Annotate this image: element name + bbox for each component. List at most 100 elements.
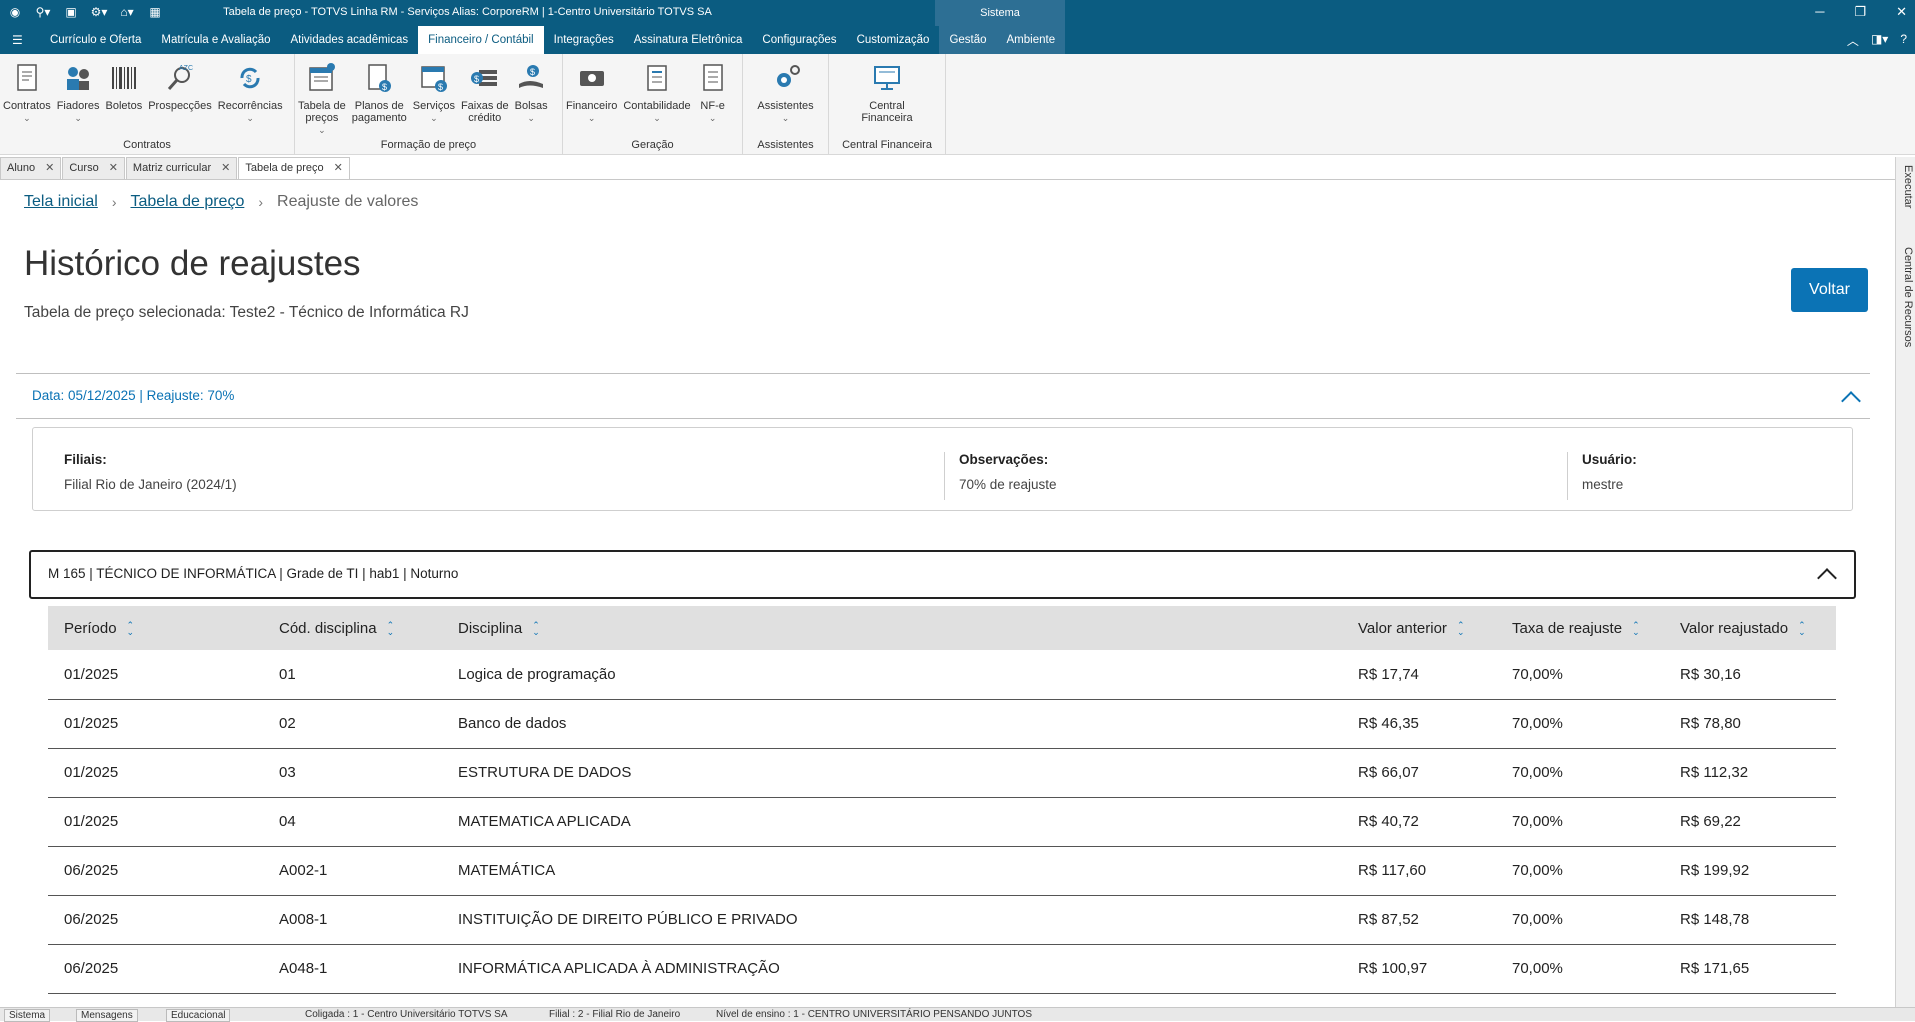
ribbon-button[interactable]: $ Planos de pagamento bbox=[349, 62, 410, 136]
contract-icon bbox=[11, 62, 43, 94]
table-cell: 70,00% bbox=[1496, 748, 1664, 798]
executar-tab[interactable]: Executar bbox=[1898, 165, 1914, 235]
menu-tab[interactable]: Customização bbox=[847, 26, 940, 54]
table-row[interactable]: 06/2025 A048-1 INFORMÁTICA APLICADA À ADMI… bbox=[48, 944, 1836, 994]
column-header[interactable]: Cód. disciplina ⌃ ⌄ bbox=[263, 606, 442, 650]
sort-icon[interactable]: ⌃ ⌄ bbox=[387, 620, 395, 636]
close-icon[interactable]: ✕ bbox=[1896, 4, 1907, 20]
sort-icon[interactable]: ⌃ ⌄ bbox=[532, 620, 540, 636]
document-tab[interactable]: Matriz curricular ✕ bbox=[125, 157, 238, 179]
ribbon-group-label: Formação de preço bbox=[380, 139, 477, 151]
document-tab[interactable]: Curso ✕ bbox=[62, 157, 125, 179]
document-tab[interactable]: Tabela de preço ✕ bbox=[238, 157, 350, 179]
restore-icon[interactable]: ❐ bbox=[1854, 4, 1866, 20]
ribbon-button[interactable]: Boletos bbox=[103, 62, 146, 124]
breadcrumb-current: Reajuste de valores bbox=[277, 193, 419, 210]
table-cell: R$ 100,97 bbox=[1342, 944, 1496, 994]
chevron-down-icon[interactable]: ⌄ bbox=[218, 112, 283, 124]
reajuste-header-label: Data: 05/12/2025 | Reajuste: 70% bbox=[32, 388, 235, 403]
close-tab-icon[interactable]: ✕ bbox=[109, 162, 118, 174]
ribbon-button-label: preços bbox=[305, 112, 339, 124]
table-cell: R$ 171,65 bbox=[1664, 944, 1836, 994]
sort-icon[interactable]: ⌃ ⌄ bbox=[1457, 620, 1465, 636]
ribbon-group: Tabela de preços ⌄ $ Planos de pagamento $ Serv… bbox=[295, 54, 563, 155]
table-row[interactable]: 01/2025 04 MATEMATICA APLICADA R$ 40,72 70,0… bbox=[48, 797, 1836, 847]
table-cell: A002-1 bbox=[263, 846, 442, 896]
menu-tab[interactable]: Configurações bbox=[752, 26, 846, 54]
ribbon-button[interactable]: Central Financeira bbox=[858, 62, 915, 124]
chevron-down-icon[interactable]: ⌄ bbox=[757, 112, 813, 124]
close-tab-icon[interactable]: ✕ bbox=[221, 162, 230, 174]
chevron-up-icon[interactable] bbox=[1817, 568, 1837, 588]
document-tab[interactable]: Aluno ✕ bbox=[0, 157, 62, 179]
sort-icon[interactable]: ⌃ ⌄ bbox=[1798, 620, 1806, 636]
table-row[interactable]: 06/2025 A008-1 INSTITUIÇÃO DE DIREITO PÚBL… bbox=[48, 895, 1836, 945]
ribbon-button[interactable]: $ Recorrências ⌄ bbox=[215, 62, 286, 124]
column-header[interactable]: Valor reajustado ⌃ ⌄ bbox=[1664, 606, 1836, 650]
ribbon-button[interactable]: Assistentes ⌄ bbox=[754, 62, 816, 124]
column-header[interactable]: Disciplina ⌃ ⌄ bbox=[442, 606, 1342, 650]
column-header[interactable]: Período ⌃ ⌄ bbox=[48, 606, 263, 650]
sort-icon[interactable]: ⌃ ⌄ bbox=[127, 620, 135, 636]
svg-text:$: $ bbox=[474, 74, 479, 84]
table-cell: R$ 117,60 bbox=[1342, 846, 1496, 896]
ribbon-button[interactable]: AZC Prospecções bbox=[145, 62, 215, 124]
central-recursos-tab[interactable]: Central de Recursos bbox=[1898, 247, 1914, 367]
menu-tab[interactable]: Matrícula e Avaliação bbox=[151, 26, 280, 54]
help-icon[interactable]: ? bbox=[1900, 32, 1907, 49]
table-cell: A048-1 bbox=[263, 944, 442, 994]
ribbon-button-label: crédito bbox=[468, 112, 502, 124]
chevron-down-icon[interactable]: ⌄ bbox=[413, 112, 455, 124]
breadcrumb-parent[interactable]: Tabela de preço bbox=[130, 193, 244, 211]
chevron-down-icon[interactable]: ⌄ bbox=[298, 124, 346, 136]
sort-icon[interactable]: ⌃ ⌄ bbox=[1632, 620, 1640, 636]
ribbon-button[interactable]: Fiadores ⌄ bbox=[54, 62, 103, 124]
status-mensagens-button[interactable]: Mensagens bbox=[76, 1009, 138, 1022]
ribbon-button[interactable]: $ Bolsas ⌄ bbox=[512, 62, 551, 136]
menu-tab[interactable]: Gestão bbox=[939, 26, 997, 54]
chevron-down-icon[interactable]: ⌄ bbox=[566, 112, 617, 124]
layout-icon[interactable]: ◨▾ bbox=[1871, 32, 1888, 49]
grade-accordion-header[interactable]: M 165 | TÉCNICO DE INFORMÁTICA | Grade d… bbox=[29, 550, 1856, 599]
back-button[interactable]: Voltar bbox=[1791, 268, 1868, 312]
ribbon-button[interactable]: Contratos ⌄ bbox=[0, 62, 54, 124]
ribbon-button[interactable]: Tabela de preços ⌄ bbox=[295, 62, 349, 136]
ribbon-button[interactable]: $ Serviços ⌄ bbox=[410, 62, 458, 136]
collapse-ribbon-icon[interactable]: ︿ bbox=[1847, 32, 1859, 49]
close-tab-icon[interactable]: ✕ bbox=[334, 162, 343, 174]
table-row[interactable]: 01/2025 02 Banco de dados R$ 46,35 70,00% R$ … bbox=[48, 699, 1836, 749]
ribbon-button-label: Recorrências bbox=[217, 100, 283, 112]
chevron-down-icon[interactable]: ⌄ bbox=[623, 112, 690, 124]
page-subtitle: Tabela de preço selecionada: Teste2 - Té… bbox=[24, 304, 469, 321]
breadcrumb-home[interactable]: Tela inicial bbox=[24, 193, 98, 211]
menu-tab[interactable]: Ambiente bbox=[996, 26, 1066, 54]
table-cell: Logica de programação bbox=[442, 650, 1342, 700]
chevron-up-icon[interactable] bbox=[1841, 391, 1861, 411]
table-row[interactable]: 01/2025 01 Logica de programação R$ 17,74 70… bbox=[48, 650, 1836, 700]
column-header[interactable]: Taxa de reajuste ⌃ ⌄ bbox=[1496, 606, 1664, 650]
ribbon-button[interactable]: Contabilidade ⌄ bbox=[620, 62, 693, 124]
menu-icon[interactable]: ☰ bbox=[12, 33, 23, 47]
chevron-down-icon[interactable]: ⌄ bbox=[3, 112, 51, 124]
table-cell: 01/2025 bbox=[48, 748, 263, 798]
status-educacional-button[interactable]: Educacional bbox=[166, 1009, 231, 1022]
menu-tab[interactable]: Atividades acadêmicas bbox=[281, 26, 419, 54]
table-row[interactable]: 01/2025 03 ESTRUTURA DE DADOS R$ 66,07 70,00… bbox=[48, 748, 1836, 798]
minimize-icon[interactable]: ─ bbox=[1815, 4, 1824, 20]
menu-tab[interactable]: Integrações bbox=[544, 26, 624, 54]
ribbon-button[interactable]: $ Faixas de crédito bbox=[458, 62, 512, 136]
table-row[interactable]: 06/2025 A002-1 MATEMÁTICA R$ 117,60 70,00% R$… bbox=[48, 846, 1836, 896]
reajuste-accordion-header[interactable]: Data: 05/12/2025 | Reajuste: 70% bbox=[16, 373, 1870, 419]
status-sistema-button[interactable]: Sistema bbox=[4, 1009, 51, 1022]
chevron-down-icon[interactable]: ⌄ bbox=[697, 112, 729, 124]
chevron-down-icon[interactable]: ⌄ bbox=[515, 112, 548, 124]
menu-tab[interactable]: Financeiro / Contábil bbox=[418, 26, 544, 54]
close-tab-icon[interactable]: ✕ bbox=[45, 162, 54, 174]
menu-tab[interactable]: Assinatura Eletrônica bbox=[624, 26, 753, 54]
column-header[interactable]: Valor anterior ⌃ ⌄ bbox=[1342, 606, 1496, 650]
ribbon-button[interactable]: Financeiro ⌄ bbox=[563, 62, 620, 124]
menu-tab[interactable]: Currículo e Oferta bbox=[40, 26, 151, 54]
ribbon-group-label: Assistentes bbox=[757, 139, 814, 151]
ribbon-button[interactable]: NF-e ⌄ bbox=[694, 62, 732, 124]
chevron-down-icon[interactable]: ⌄ bbox=[57, 112, 100, 124]
